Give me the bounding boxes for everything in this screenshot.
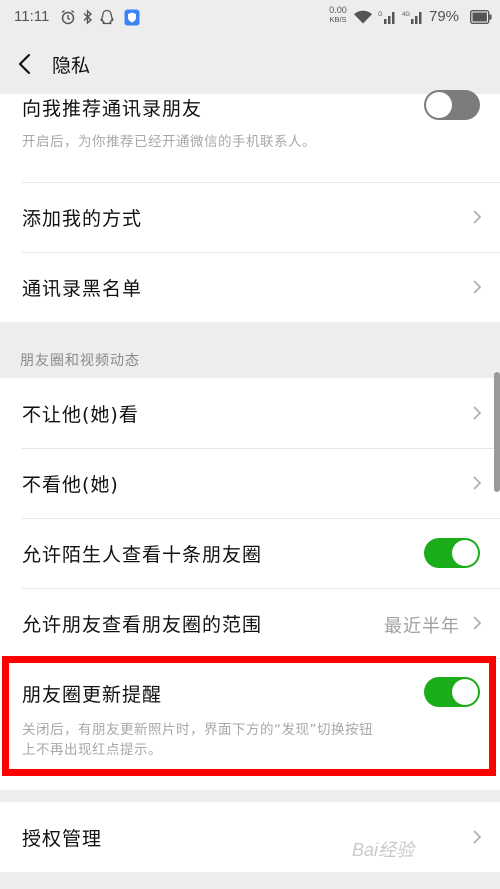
highlight-box xyxy=(2,656,496,776)
dont-see-row[interactable]: 不看他(她) xyxy=(0,448,500,518)
svg-text:G: G xyxy=(378,12,383,18)
svg-text:4G: 4G xyxy=(402,12,410,18)
status-time: 11:11 xyxy=(14,8,50,25)
scrollbar-thumb[interactable] xyxy=(494,372,500,492)
page-title: 隐私 xyxy=(52,55,91,77)
chevron-right-icon xyxy=(473,476,482,490)
back-button[interactable] xyxy=(12,50,40,78)
strangers-ten-posts-row: 允许陌生人查看十条朋友圈 xyxy=(0,518,500,588)
chevron-right-icon xyxy=(473,406,482,420)
recommend-contacts-toggle[interactable] xyxy=(424,90,480,120)
dont-let-see-row[interactable]: 不让他(她)看 xyxy=(0,378,500,448)
visible-range-label: 允许朋友查看朋友圈的范围 xyxy=(22,614,263,636)
shield-app-icon xyxy=(124,8,140,26)
toggle-knob xyxy=(452,540,478,566)
contacts-settings-group: 向我推荐通讯录朋友 开启后，为你推荐已经开通微信的手机联系人。 添加我的方式 通… xyxy=(0,90,500,322)
visible-range-value: 最近半年 xyxy=(384,616,460,637)
authorization-row[interactable]: 授权管理 xyxy=(0,802,500,872)
alarm-icon xyxy=(60,8,76,26)
nav-bar: 隐私 xyxy=(0,36,500,94)
network-speed-value: 0.00 xyxy=(329,5,347,15)
wifi-icon xyxy=(353,8,373,26)
signal-4g-icon: 4G xyxy=(402,8,426,26)
add-me-methods-label: 添加我的方式 xyxy=(22,208,143,230)
recommend-contacts-row: 向我推荐通讯录朋友 开启后，为你推荐已经开通微信的手机联系人。 xyxy=(0,90,500,182)
recommend-contacts-label: 向我推荐通讯录朋友 xyxy=(22,98,203,120)
battery-icon xyxy=(470,8,492,26)
recommend-contacts-description: 开启后，为你推荐已经开通微信的手机联系人。 xyxy=(22,134,316,150)
network-speed-unit: KB/S xyxy=(329,15,347,24)
chevron-right-icon xyxy=(473,210,482,224)
qq-icon xyxy=(100,8,114,26)
toggle-knob xyxy=(426,92,452,118)
chevron-right-icon xyxy=(473,830,482,844)
dont-see-label: 不看他(她) xyxy=(22,474,119,496)
contacts-blacklist-label: 通讯录黑名单 xyxy=(22,278,143,300)
bluetooth-icon xyxy=(82,8,94,26)
watermark: Bai经验 xyxy=(352,840,415,860)
strangers-ten-posts-toggle[interactable] xyxy=(424,538,480,568)
back-arrow-icon xyxy=(18,53,31,75)
chevron-right-icon xyxy=(473,280,482,294)
chevron-right-icon xyxy=(473,616,482,630)
dont-let-see-label: 不让他(她)看 xyxy=(22,404,139,426)
signal-icon: G xyxy=(378,8,398,26)
add-me-methods-row[interactable]: 添加我的方式 xyxy=(0,182,500,252)
battery-percent: 79% xyxy=(429,8,460,25)
network-speed: 0.00 KB/S xyxy=(326,5,350,25)
status-bar: 11:11 0.00 KB/S G 4G 79% xyxy=(0,0,500,36)
moments-section-header: 朋友圈和视频动态 xyxy=(20,353,140,369)
authorization-group: 授权管理 xyxy=(0,802,500,872)
authorization-label: 授权管理 xyxy=(22,828,103,850)
visible-range-row[interactable]: 允许朋友查看朋友圈的范围 最近半年 xyxy=(0,588,500,658)
strangers-ten-posts-label: 允许陌生人查看十条朋友圈 xyxy=(22,544,263,566)
contacts-blacklist-row[interactable]: 通讯录黑名单 xyxy=(0,252,500,322)
